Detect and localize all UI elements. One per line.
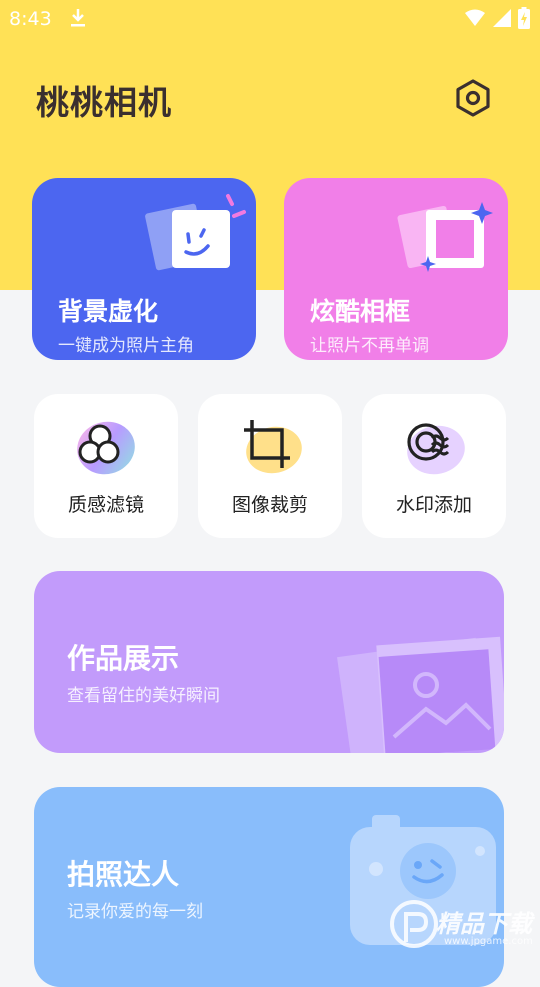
showcase-title: 作品展示 [67, 642, 180, 675]
face-photo-icon [145, 194, 246, 271]
watermark-url: www.jpgame.com [444, 936, 533, 947]
crop-icon [244, 420, 302, 474]
photo-expert-title: 拍照达人 [67, 858, 180, 891]
showcase-card[interactable]: 作品展示 查看留住的美好瞬间 [34, 571, 504, 753]
showcase-subtitle: 查看留住的美好瞬间 [67, 686, 220, 706]
tool-watermark-card[interactable]: 水印添加 [362, 394, 506, 538]
app-title: 桃桃相机 [36, 83, 172, 122]
cool-frame-card[interactable]: 炫酷相框 让照片不再单调 [284, 178, 508, 360]
tool-filter-label: 质感滤镜 [67, 494, 144, 516]
bg-blur-title: 背景虚化 [58, 297, 159, 326]
watermark-text: 精品下载 [436, 910, 532, 938]
tool-watermark-label: 水印添加 [395, 494, 472, 516]
site-watermark: 精品下载 www.jpgame.com [388, 898, 538, 954]
wifi-icon [465, 9, 485, 26]
cool-frame-subtitle: 让照片不再单调 [310, 336, 429, 356]
signal-icon [493, 9, 511, 27]
download-icon [71, 9, 85, 27]
bg-blur-card[interactable]: 背景虚化 一键成为照片主角 [32, 178, 256, 360]
tool-filter-card[interactable]: 质感滤镜 [34, 394, 178, 538]
tool-crop-card[interactable]: 图像裁剪 [198, 394, 342, 538]
cool-frame-title: 炫酷相框 [310, 297, 411, 326]
settings-icon[interactable] [452, 77, 494, 119]
tool-crop-label: 图像裁剪 [231, 494, 308, 516]
bg-blur-subtitle: 一键成为照片主角 [58, 336, 194, 356]
photo-expert-subtitle: 记录你爱的每一刻 [67, 902, 203, 922]
filter-circles-icon [77, 421, 135, 475]
photo-expert-card[interactable]: 拍照达人 记录你爱的每一刻 [34, 787, 504, 987]
battery-icon [518, 7, 530, 29]
frame-icon [397, 202, 493, 272]
watermark-logo-icon [390, 900, 438, 948]
watermark-waves-icon [407, 423, 465, 475]
status-bar: 8:43 [0, 0, 540, 38]
status-time: 8:43 [9, 8, 52, 30]
photos-icon [337, 636, 504, 753]
